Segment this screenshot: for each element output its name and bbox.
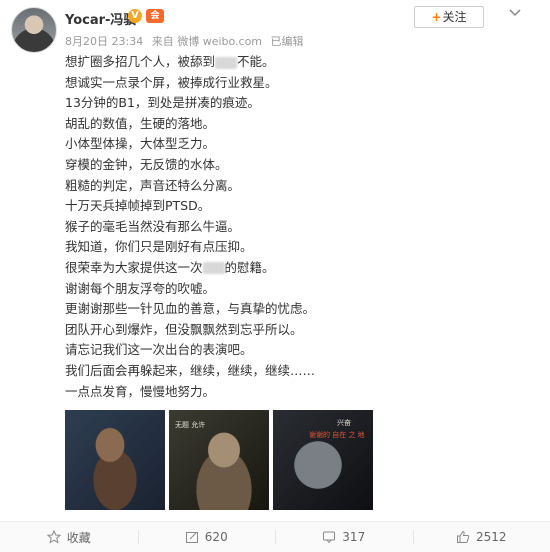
thumb-caption: 无题 允许 (175, 421, 206, 429)
post-text-segment: 我们后面会再躲起来，继续，继续，继续…… (65, 362, 316, 378)
post-text-line: 想诚实一点录个屏，被捧成行业救星。 (65, 73, 535, 94)
post-text-segment: 想诚实一点录个屏，被捧成行业救星。 (65, 74, 278, 90)
like-button[interactable]: 2512 (412, 522, 550, 552)
post-text-segment: 胡乱的数值，生硬的落地。 (65, 115, 216, 131)
post-text-segment: 小体型体操，大体型乏力。 (65, 136, 216, 152)
post-date[interactable]: 8月20日 23:34 (65, 35, 143, 48)
post-images: 无题 允许 兴奋 谢谢的 自在 之 地 (65, 410, 375, 510)
post-text-line: 我知道，你们只是刚好有点压抑。 (65, 237, 535, 258)
game-screenshot-1[interactable] (65, 410, 165, 510)
post-text-segment: 猴子的毫毛当然没有那么牛逼。 (65, 218, 241, 234)
repost-button[interactable]: 620 (137, 522, 276, 552)
post-text-segment: 更谢谢那些一针见血的善意，与真挚的忧虑。 (65, 301, 316, 317)
post-text-line: 粗糙的判定，声音还特么分离。 (65, 176, 535, 197)
post-source[interactable]: 来自 微博 weibo.com (152, 35, 262, 48)
post-text-segment: 一点点发育，慢慢地努力。 (65, 383, 216, 399)
avatar[interactable] (11, 7, 57, 53)
favorite-label: 收藏 (66, 530, 91, 545)
post-text-segment: 请忘记我们这一次出台的表演吧。 (65, 342, 253, 358)
post-text-line: 想扩圈多招几个人，被舔到 不能。 (65, 52, 535, 73)
post-text-segment: 谢谢每个朋友浮夸的吹嘘。 (65, 280, 216, 296)
verified-badge-icon: V (128, 9, 142, 23)
post-text-segment: 不能。 (237, 54, 275, 69)
game-screenshot-2[interactable]: 无题 允许 (169, 410, 269, 510)
post-text-segment: 我知道，你们只是刚好有点压抑。 (65, 239, 253, 255)
post-text-segment: 团队开心到爆炸，但没飘飘然到忘乎所以。 (65, 321, 303, 337)
thumb-caption: 谢谢的 自在 之 地 (309, 431, 365, 439)
thumb-caption: 兴奋 (337, 419, 351, 427)
star-icon (46, 530, 61, 544)
post-meta: 8月20日 23:34 来自 微博 weibo.com 已编辑 (65, 33, 309, 49)
repost-icon (185, 532, 198, 543)
weibo-post-card: Yocar-冯骥 V 会 8月20日 23:34 来自 微博 weibo.com… (0, 0, 550, 552)
post-text-line: 小体型体操，大体型乏力。 (65, 134, 535, 155)
repost-count: 620 (204, 530, 228, 544)
comment-icon (323, 531, 336, 544)
post-text: 想扩圈多招几个人，被舔到 不能。想诚实一点录个屏，被捧成行业救星。 13分钟的B1，… (65, 52, 535, 402)
favorite-button[interactable]: 收藏 (0, 522, 138, 552)
action-bar: 收藏 620 317 2512 (0, 522, 550, 552)
censored-text (202, 262, 225, 275)
follow-button[interactable]: +关注 (414, 6, 484, 28)
chevron-down-icon[interactable] (508, 6, 522, 20)
post-text-line: 穿模的金钟，无反馈的水体。 (65, 155, 535, 176)
comment-button[interactable]: 317 (275, 522, 413, 552)
censored-text (215, 56, 238, 69)
like-count: 2512 (475, 530, 507, 544)
vip-badge-icon: 会 (146, 9, 164, 23)
edited-label[interactable]: 已编辑 (271, 35, 304, 48)
follow-label: 关注 (442, 10, 467, 24)
post-text-line: 请忘记我们这一次出台的表演吧。 (65, 340, 535, 361)
post-text-line: 13分钟的B1，到处是拼凑的痕迹。 (65, 93, 535, 114)
comment-count: 317 (342, 530, 366, 544)
username[interactable]: Yocar-冯骥 (65, 9, 136, 28)
post-text-segment: 穿模的金钟，无反馈的水体。 (65, 156, 228, 172)
post-text-line: 猴子的毫毛当然没有那么牛逼。 (65, 217, 535, 238)
post-text-line: 谢谢每个朋友浮夸的吹嘘。 (65, 279, 535, 300)
plus-icon: + (431, 10, 442, 24)
post-text-segment: 粗糙的判定，声音还特么分离。 (65, 177, 241, 193)
post-text-line: 十万天兵掉帧掉到PTSD。 (65, 196, 535, 217)
post-text-line: 很荣幸为大家提供这一次 的慰籍。 (65, 258, 535, 279)
post-text-segment: 13分钟的B1，到处是拼凑的痕迹。 (65, 95, 260, 111)
post-text-segment: 很荣幸为大家提供这一次 (65, 259, 203, 275)
post-text-segment: 的慰籍。 (224, 259, 275, 275)
post-text-segment: 十万天兵掉帧掉到PTSD。 (65, 198, 211, 214)
post-text-line: 团队开心到爆炸，但没飘飘然到忘乎所以。 (65, 320, 535, 341)
post-text-line: 一点点发育，慢慢地努力。 (65, 382, 535, 403)
post-text-segment: 想扩圈多招几个人，被舔到 (65, 54, 216, 69)
post-text-line: 更谢谢那些一针见血的善意，与真挚的忧虑。 (65, 299, 535, 320)
game-screenshot-3[interactable]: 兴奋 谢谢的 自在 之 地 (273, 410, 373, 510)
post-text-line: 我们后面会再躲起来，继续，继续，继续…… (65, 361, 535, 382)
thumbs-up-icon (456, 530, 470, 543)
post-text-line: 胡乱的数值，生硬的落地。 (65, 114, 535, 135)
